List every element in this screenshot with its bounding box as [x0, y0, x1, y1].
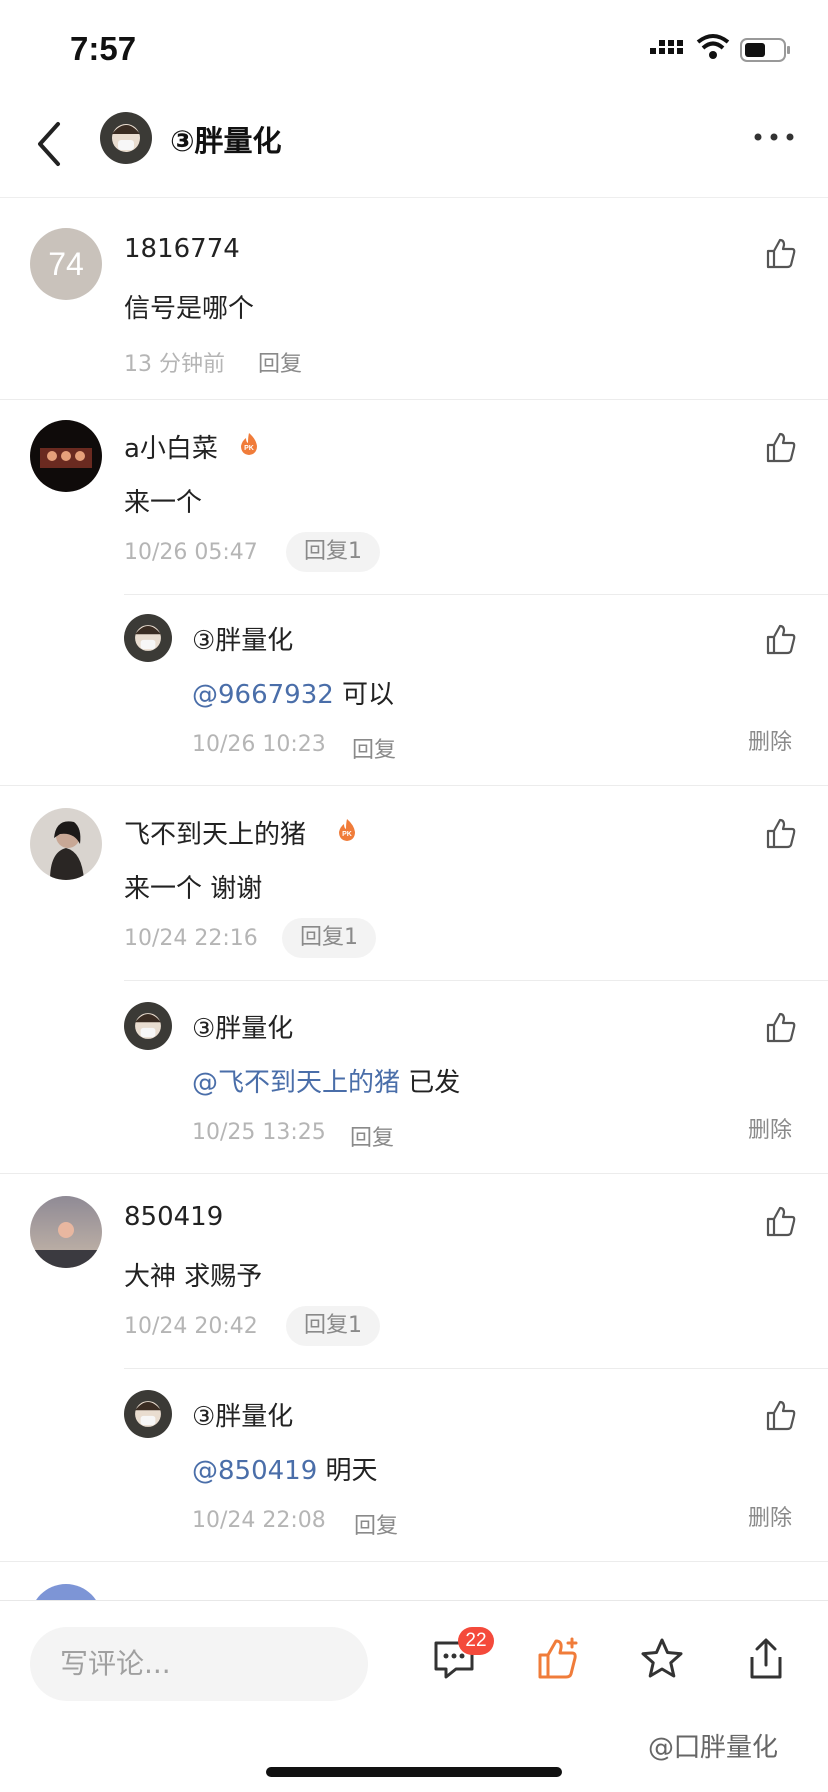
pk-badge-icon: PK	[339, 819, 355, 841]
svg-text:PK: PK	[342, 831, 352, 838]
header: ③胖量化	[0, 96, 828, 198]
reply-count-button[interactable]: 回复1	[286, 1306, 380, 1346]
avatar-image-icon	[124, 1390, 172, 1438]
comment-time: 10/24 22:16	[124, 926, 258, 951]
back-arrow-icon[interactable]	[30, 118, 70, 170]
wifi-icon	[696, 34, 730, 59]
comment-item: 74 1816774 信号是哪个 13 分钟前 回复	[0, 198, 828, 400]
avatar[interactable]	[30, 1196, 102, 1268]
mention-link[interactable]: @9667932	[192, 680, 334, 710]
reply-username[interactable]: ③胖量化	[192, 620, 293, 657]
avatar-image-icon	[30, 1196, 102, 1268]
reply-avatar[interactable]	[124, 614, 172, 662]
avatar[interactable]	[30, 808, 102, 880]
mention-link[interactable]: @飞不到天上的猪	[192, 1068, 400, 1098]
divider	[0, 1561, 828, 1562]
svg-text:PK: PK	[244, 445, 254, 452]
divider	[124, 594, 828, 595]
comment-time: 10/24 20:42	[124, 1314, 258, 1339]
comment-username[interactable]: 1816774	[124, 234, 240, 264]
delete-button[interactable]: 删除	[748, 1112, 792, 1144]
comment-time: 13 分钟前	[124, 352, 225, 377]
thumbs-up-icon[interactable]	[764, 622, 798, 656]
comment-username[interactable]: 飞不到天上的猪	[124, 814, 306, 851]
star-icon[interactable]	[638, 1635, 686, 1683]
reply-body: 已发	[400, 1068, 461, 1098]
comment-text: 信号是哪个	[124, 294, 255, 324]
avatar-image-icon	[30, 808, 102, 880]
comment-input[interactable]: 写评论...	[30, 1627, 368, 1701]
reply-button[interactable]: 回复	[258, 346, 302, 378]
reply-avatar[interactable]	[124, 1390, 172, 1438]
thumbs-up-icon[interactable]	[764, 816, 798, 850]
divider	[124, 980, 828, 981]
header-title: ③胖量化	[170, 124, 282, 158]
reply-username[interactable]: ③胖量化	[192, 1008, 293, 1045]
thumbs-up-icon[interactable]	[764, 1010, 798, 1044]
avatar-image-icon	[124, 1002, 172, 1050]
avatar-image-icon	[30, 420, 102, 492]
reply-button[interactable]: 回复	[354, 1508, 398, 1540]
thumbs-up-icon[interactable]	[764, 1398, 798, 1432]
avatar[interactable]	[30, 420, 102, 492]
status-bar: 7:57	[0, 0, 828, 90]
avatar[interactable]: 74	[30, 228, 102, 300]
reply-text: @9667932 可以	[192, 674, 394, 711]
comment-text: 来一个	[124, 488, 203, 518]
thumbs-up-icon[interactable]	[764, 1204, 798, 1238]
bottom-bar: 写评论... 22 @囗胖量化	[0, 1600, 828, 1792]
comment-item: 飞不到天上的猪 PK 来一个 谢谢 10/24 22:16 回复1 ③胖量化 @…	[0, 786, 828, 1174]
comment-count-badge: 22	[458, 1627, 494, 1655]
comment-time: 10/26 05:47	[124, 540, 258, 565]
share-icon[interactable]	[742, 1635, 790, 1683]
reply-text: @飞不到天上的猪 已发	[192, 1062, 460, 1099]
reply-username[interactable]: ③胖量化	[192, 1396, 293, 1433]
reply-time: 10/24 22:08	[192, 1508, 326, 1533]
status-time: 7:57	[70, 30, 137, 67]
cellular-signal-icon	[650, 40, 683, 54]
reply-count-button[interactable]: 回复1	[282, 918, 376, 958]
reply-avatar[interactable]	[124, 1002, 172, 1050]
delete-button[interactable]: 删除	[748, 724, 792, 756]
comment-username[interactable]: a小白菜	[124, 428, 218, 465]
avatar-image-icon	[100, 112, 152, 164]
reply-button[interactable]: 回复	[350, 1120, 394, 1152]
header-avatar[interactable]	[100, 112, 152, 164]
pk-badge-icon: PK	[241, 433, 257, 455]
watermark: @囗胖量化	[648, 1733, 779, 1763]
thumbs-up-icon[interactable]	[764, 430, 798, 464]
divider	[124, 1368, 828, 1369]
thumbs-up-icon[interactable]	[764, 236, 798, 270]
comment-item: 850419 大神 求赐予 10/24 20:42 回复1 ③胖量化 @8504…	[0, 1174, 828, 1562]
avatar-image-icon	[124, 614, 172, 662]
reply-button[interactable]: 回复	[352, 732, 396, 764]
comment-text: 大神 求赐予	[124, 1262, 263, 1292]
comment-text: 来一个 谢谢	[124, 874, 263, 904]
delete-button[interactable]: 删除	[748, 1500, 792, 1532]
reply-body: 可以	[333, 680, 395, 710]
more-options-icon[interactable]	[750, 122, 798, 152]
comment-username[interactable]: 850419	[124, 1202, 223, 1232]
comment-item: a小白菜 PK 来一个 10/26 05:47 回复1 ③胖量化 @966793…	[0, 400, 828, 786]
reply-count-button[interactable]: 回复1	[286, 532, 380, 572]
home-indicator	[266, 1767, 562, 1777]
battery-icon	[740, 38, 790, 62]
reply-text: @850419 明天	[192, 1450, 378, 1487]
reply-time: 10/25 13:25	[192, 1120, 326, 1145]
reply-body: 明天	[317, 1456, 378, 1486]
thumbs-up-icon[interactable]	[534, 1635, 582, 1683]
reply-time: 10/26 10:23	[192, 732, 326, 757]
mention-link[interactable]: @850419	[192, 1456, 317, 1486]
